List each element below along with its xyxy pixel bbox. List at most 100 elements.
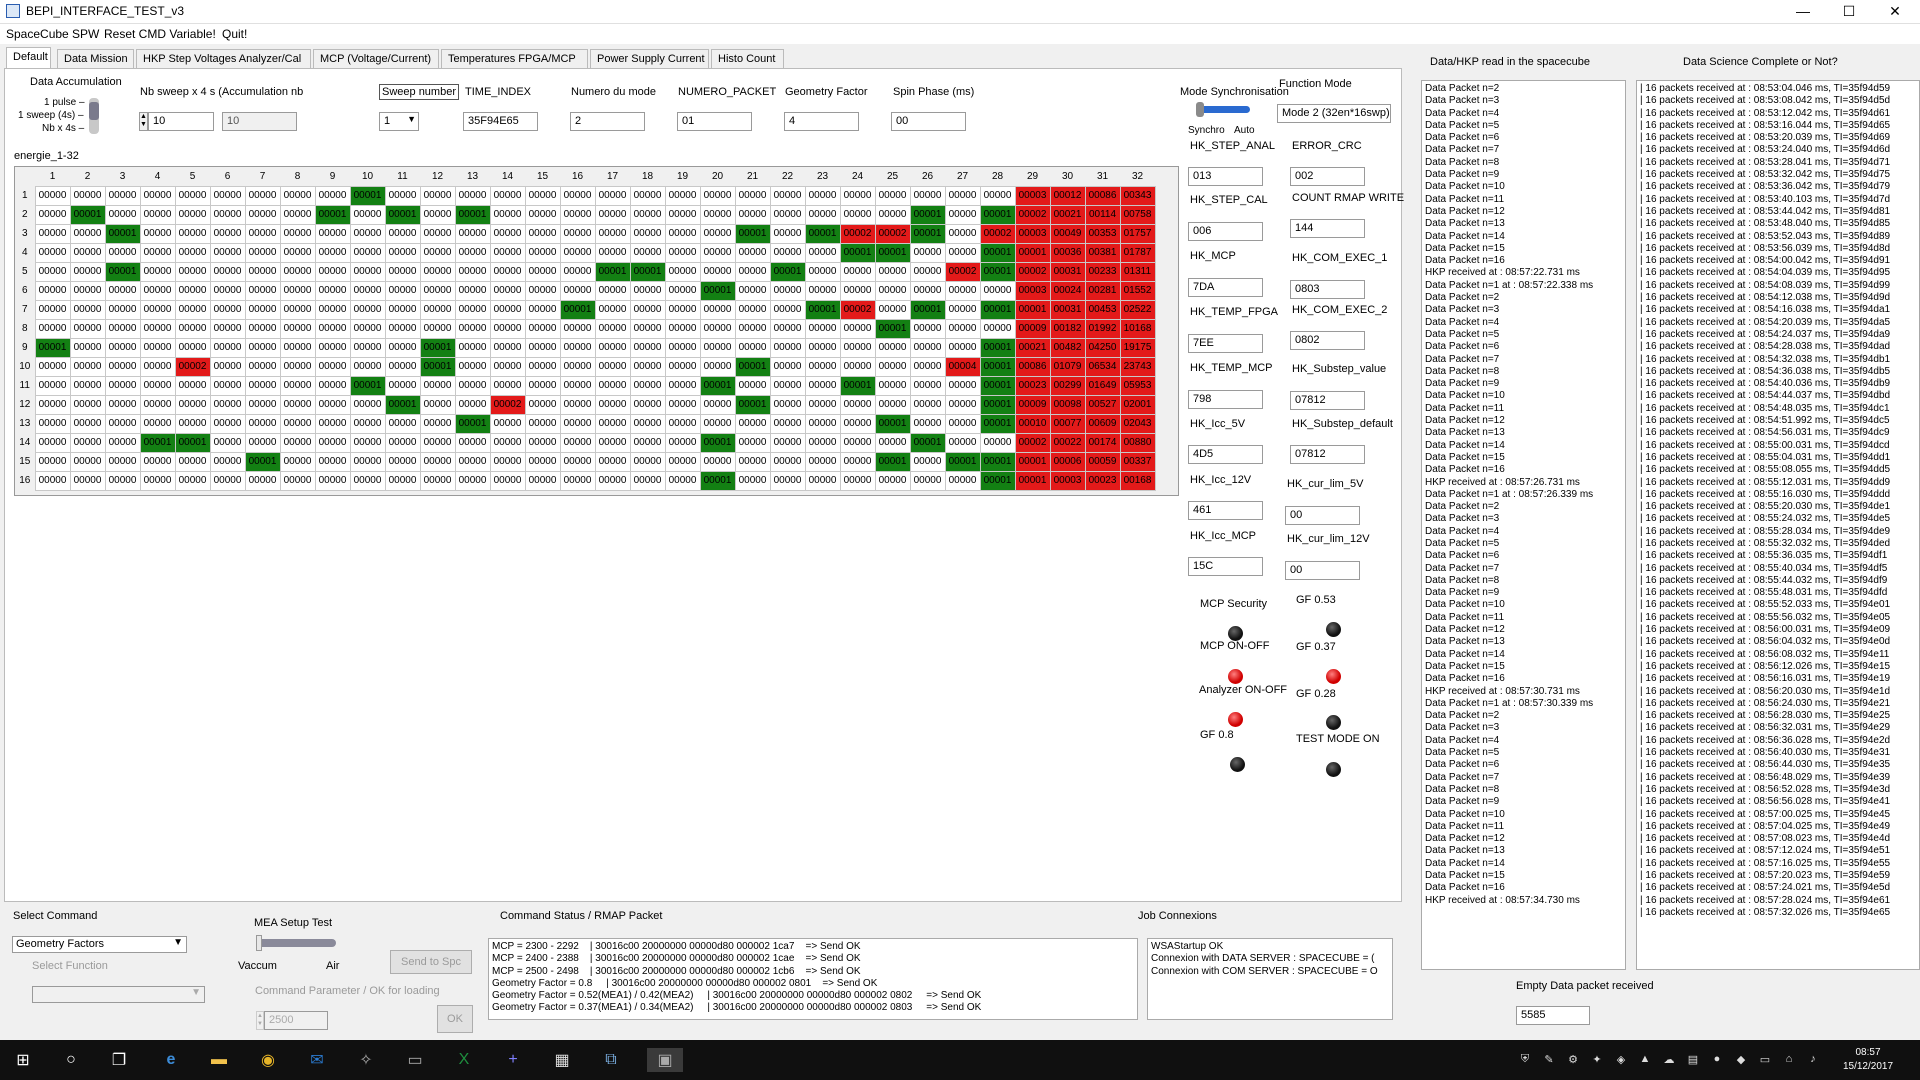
grid-cell[interactable]: 00000: [804, 375, 841, 396]
grid-cell[interactable]: 02001: [1119, 394, 1156, 415]
grid-cell[interactable]: 00001: [909, 223, 946, 244]
tray-icon-2[interactable]: ⚙: [1566, 1053, 1580, 1067]
grid-cell[interactable]: 00000: [314, 394, 351, 415]
grid-cell[interactable]: 00000: [664, 337, 701, 358]
grid-cell[interactable]: 00000: [944, 185, 981, 206]
clock[interactable]: 08:57 15/12/2017: [1838, 1046, 1898, 1074]
battery-icon[interactable]: ▭: [1758, 1053, 1772, 1067]
grid-cell[interactable]: 00000: [69, 337, 106, 358]
ok-button[interactable]: OK: [437, 1005, 473, 1033]
grid-cell[interactable]: 00000: [209, 394, 246, 415]
grid-cell[interactable]: 00000: [69, 185, 106, 206]
grid-cell[interactable]: 00000: [664, 451, 701, 472]
grid-cell[interactable]: 00000: [209, 242, 246, 263]
grid-cell[interactable]: 00001: [979, 375, 1016, 396]
grid-cell[interactable]: 00002: [1014, 432, 1051, 453]
grid-cell[interactable]: 00000: [279, 451, 316, 472]
grid-cell[interactable]: 00000: [839, 413, 876, 434]
grid-cell[interactable]: 00000: [139, 451, 176, 472]
grid-cell[interactable]: 00000: [734, 318, 771, 339]
grid-cell[interactable]: 00000: [944, 242, 981, 263]
grid-cell[interactable]: 00001: [1014, 299, 1051, 320]
grid-cell[interactable]: 00000: [244, 280, 281, 301]
grid-cell[interactable]: 00000: [594, 299, 631, 320]
mea-setup-thumb[interactable]: [256, 935, 262, 951]
grid-cell[interactable]: 00000: [174, 413, 211, 434]
grid-cell[interactable]: 00021: [1014, 337, 1051, 358]
grid-cell[interactable]: 00000: [69, 394, 106, 415]
grid-cell[interactable]: 00000: [384, 356, 421, 377]
grid-cell[interactable]: 00001: [349, 185, 386, 206]
grid-cell[interactable]: 00001: [979, 356, 1016, 377]
grid-cell[interactable]: 00000: [489, 451, 526, 472]
grid-cell[interactable]: 00000: [734, 375, 771, 396]
grid-cell[interactable]: 00001: [979, 413, 1016, 434]
grid-cell[interactable]: 00001: [979, 337, 1016, 358]
grid-cell[interactable]: 00000: [909, 280, 946, 301]
grid-cell[interactable]: 00000: [559, 451, 596, 472]
grid-cell[interactable]: 00000: [769, 223, 806, 244]
grid-cell[interactable]: 00000: [209, 356, 246, 377]
grid-cell[interactable]: 00000: [629, 280, 666, 301]
grid-cell[interactable]: 00000: [104, 337, 141, 358]
grid-cell[interactable]: 00000: [384, 451, 421, 472]
grid-cell[interactable]: 00000: [139, 261, 176, 282]
grid-cell[interactable]: 00000: [944, 299, 981, 320]
grid-cell[interactable]: 00482: [1049, 337, 1086, 358]
grid-cell[interactable]: 19175: [1119, 337, 1156, 358]
grid-cell[interactable]: 00000: [909, 413, 946, 434]
grid-cell[interactable]: 00000: [349, 394, 386, 415]
grid-cell[interactable]: 00000: [384, 185, 421, 206]
grid-cell[interactable]: 00001: [909, 204, 946, 225]
grid-cell[interactable]: 00000: [489, 356, 526, 377]
grid-cell[interactable]: 00000: [524, 223, 561, 244]
grid-cell[interactable]: 00000: [559, 337, 596, 358]
grid-cell[interactable]: 00004: [944, 356, 981, 377]
grid-cell[interactable]: 00000: [314, 280, 351, 301]
grid-cell[interactable]: 00000: [804, 470, 841, 491]
grid-cell[interactable]: 00000: [279, 375, 316, 396]
grid-cell[interactable]: 00000: [279, 185, 316, 206]
grid-cell[interactable]: 00000: [34, 375, 71, 396]
tab-power-supply[interactable]: Power Supply Current: [590, 49, 709, 69]
grid-cell[interactable]: 00000: [454, 318, 491, 339]
grid-cell[interactable]: 00000: [244, 261, 281, 282]
tray-icon-5[interactable]: ▲: [1638, 1053, 1652, 1067]
grid-cell[interactable]: 00168: [1119, 470, 1156, 491]
grid-cell[interactable]: 00000: [839, 432, 876, 453]
grid-cell[interactable]: 00000: [804, 413, 841, 434]
grid-cell[interactable]: 00000: [349, 413, 386, 434]
grid-cell[interactable]: 00000: [804, 261, 841, 282]
grid-cell[interactable]: 00000: [34, 299, 71, 320]
grid-cell[interactable]: 00001: [874, 413, 911, 434]
grid-cell[interactable]: 04250: [1084, 337, 1121, 358]
grid-cell[interactable]: 00000: [664, 318, 701, 339]
grid-cell[interactable]: 00000: [664, 204, 701, 225]
grid-cell[interactable]: 00000: [664, 185, 701, 206]
grid-cell[interactable]: 00000: [559, 432, 596, 453]
grid-cell[interactable]: 00000: [629, 299, 666, 320]
grid-cell[interactable]: 00001: [804, 299, 841, 320]
numero-mode-field[interactable]: 2: [570, 112, 645, 131]
bepi-app-icon[interactable]: ▣: [647, 1048, 683, 1072]
volume-icon[interactable]: ♪: [1806, 1053, 1820, 1067]
grid-cell[interactable]: 05953: [1119, 375, 1156, 396]
grid-cell[interactable]: 00000: [69, 356, 106, 377]
grid-cell[interactable]: 00000: [769, 318, 806, 339]
grid-cell[interactable]: 00000: [174, 470, 211, 491]
app-icon-bird[interactable]: ✧: [353, 1048, 379, 1072]
grid-cell[interactable]: 00000: [734, 299, 771, 320]
maximize-button[interactable]: ☐: [1826, 0, 1872, 24]
grid-cell[interactable]: 00000: [314, 185, 351, 206]
grid-cell[interactable]: 00000: [874, 394, 911, 415]
grid-cell[interactable]: 00000: [839, 185, 876, 206]
hk-com-exec-1-field[interactable]: 0803: [1290, 280, 1365, 299]
grid-cell[interactable]: 00003: [1014, 280, 1051, 301]
grid-cell[interactable]: 00000: [594, 204, 631, 225]
grid-cell[interactable]: 00001: [839, 242, 876, 263]
grid-cell[interactable]: 00000: [419, 451, 456, 472]
tab-hkp-step[interactable]: HKP Step Voltages Analyzer/Cal: [136, 49, 311, 69]
grid-cell[interactable]: 00000: [594, 280, 631, 301]
grid-cell[interactable]: 00000: [69, 280, 106, 301]
terminal-icon[interactable]: ▭: [402, 1048, 428, 1072]
